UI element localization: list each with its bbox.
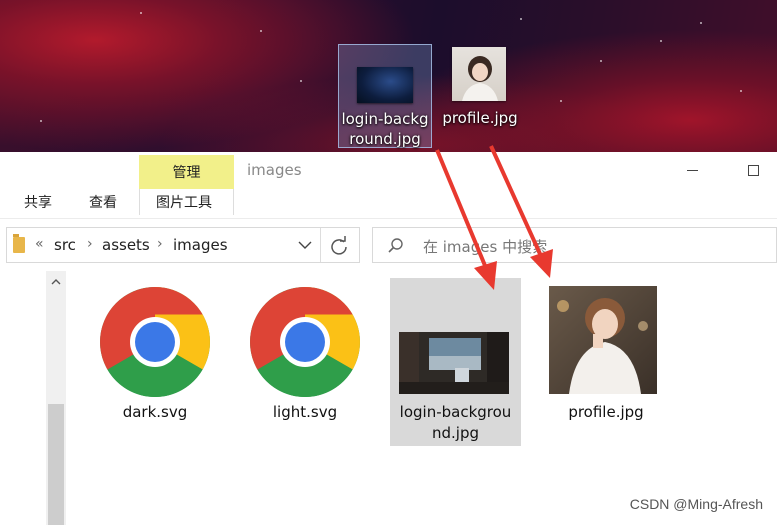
tab-manage[interactable]: 管理 bbox=[139, 155, 234, 189]
image-thumbnail-icon bbox=[399, 332, 509, 394]
minimize-button[interactable] bbox=[672, 156, 712, 184]
file-explorer-window: 管理 images 共享 查看 图片工具 « src › assets › im… bbox=[0, 152, 777, 525]
chevron-up-icon bbox=[51, 279, 61, 285]
scroll-up-button[interactable] bbox=[46, 271, 66, 293]
file-item[interactable]: login-backgrou nd.jpg bbox=[390, 278, 521, 446]
file-name: profile.jpg bbox=[568, 403, 644, 421]
tab-view[interactable]: 查看 bbox=[89, 192, 117, 212]
desktop-file-label: login-backg round.jpg bbox=[341, 110, 429, 148]
watermark: CSDN @Ming-Afresh bbox=[629, 496, 763, 512]
breadcrumb-assets[interactable]: assets bbox=[102, 236, 150, 254]
ribbon: 管理 images 共享 查看 图片工具 bbox=[0, 152, 777, 219]
image-thumbnail-icon bbox=[549, 286, 657, 394]
scrollbar[interactable] bbox=[46, 271, 66, 525]
tab-picture-tools-label: 图片工具 bbox=[156, 195, 212, 211]
desktop-file-label: profile.jpg bbox=[442, 109, 518, 127]
file-item[interactable]: dark.svg bbox=[92, 280, 218, 448]
window-title: images bbox=[247, 161, 302, 179]
search-icon bbox=[388, 238, 403, 253]
file-name: login-backgrou nd.jpg bbox=[399, 403, 512, 442]
breadcrumb-images[interactable]: images bbox=[173, 236, 228, 254]
tab-share[interactable]: 共享 bbox=[24, 192, 52, 212]
chrome-icon bbox=[100, 287, 210, 397]
desktop-file-profile[interactable]: profile.jpg bbox=[434, 44, 526, 134]
maximize-button[interactable] bbox=[733, 156, 773, 184]
image-thumbnail-icon bbox=[452, 47, 506, 101]
image-thumbnail-icon bbox=[357, 67, 413, 103]
breadcrumb-src[interactable]: src bbox=[54, 236, 76, 254]
breadcrumb-overflow[interactable]: « bbox=[35, 236, 44, 252]
scrollbar-thumb[interactable] bbox=[48, 404, 64, 525]
file-item[interactable]: profile.jpg bbox=[541, 280, 671, 448]
divider bbox=[320, 228, 321, 262]
search-input[interactable]: 在 images 中搜索 bbox=[372, 227, 777, 263]
desktop-file-login-background[interactable]: login-backg round.jpg bbox=[338, 44, 432, 148]
chevron-down-icon[interactable] bbox=[296, 236, 314, 254]
search-placeholder: 在 images 中搜索 bbox=[423, 238, 548, 256]
file-name: light.svg bbox=[272, 403, 338, 421]
divider bbox=[0, 218, 777, 219]
file-name: dark.svg bbox=[122, 403, 188, 421]
chrome-icon bbox=[250, 287, 360, 397]
minimize-icon bbox=[686, 169, 698, 171]
chevron-right-icon: › bbox=[157, 236, 163, 252]
desktop-background: login-backg round.jpg profile.jpg bbox=[0, 0, 777, 152]
tab-picture-tools[interactable]: 图片工具 bbox=[139, 189, 234, 215]
refresh-icon[interactable] bbox=[327, 234, 351, 258]
file-item[interactable]: light.svg bbox=[242, 280, 368, 448]
chevron-right-icon: › bbox=[87, 236, 93, 252]
address-bar[interactable]: « src › assets › images bbox=[6, 227, 360, 263]
maximize-icon bbox=[747, 164, 759, 176]
folder-icon bbox=[13, 234, 25, 253]
